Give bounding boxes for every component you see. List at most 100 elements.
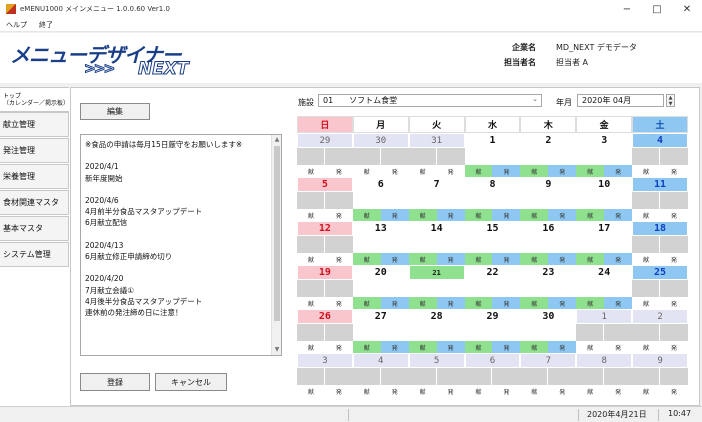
order-tag[interactable]: 発 [492,297,521,309]
notice-scrollbar[interactable]: ▲ ▼ [271,135,281,355]
order-tag[interactable]: 発 [660,297,688,309]
menu-tag[interactable]: 献 [464,253,493,265]
sidebar-item-top[interactable]: トップ （カレンダー／掲示板） [0,87,69,112]
menu-tag[interactable]: 献 [352,385,381,397]
order-tag[interactable]: 発 [436,297,465,309]
order-tag[interactable]: 発 [324,385,353,397]
order-tag[interactable]: 発 [604,165,633,177]
order-tag[interactable]: 発 [660,385,688,397]
calendar-day-cell[interactable]: 5 献発 [408,353,465,407]
menu-tag[interactable]: 献 [520,165,549,177]
calendar-day-cell[interactable]: 9 献発 [632,353,688,407]
order-tag[interactable]: 発 [380,165,409,177]
menu-tag[interactable]: 献 [520,297,549,309]
order-tag[interactable]: 発 [380,253,409,265]
order-tag[interactable]: 発 [604,209,633,221]
order-tag[interactable]: 発 [492,253,521,265]
menu-tag[interactable]: 献 [464,341,493,353]
menu-tag[interactable]: 献 [632,165,661,177]
order-tag[interactable]: 発 [324,209,353,221]
menu-tag[interactable]: 献 [520,253,549,265]
order-tag[interactable]: 発 [436,341,465,353]
maximize-button[interactable]: □ [642,0,672,18]
order-tag[interactable]: 発 [380,209,409,221]
scroll-up-icon[interactable]: ▲ [273,136,281,144]
order-tag[interactable]: 発 [548,385,577,397]
sidebar-item-menu[interactable]: 献立管理 [0,112,69,137]
order-tag[interactable]: 発 [380,297,409,309]
menu-exit[interactable]: 終了 [39,20,53,30]
order-tag[interactable]: 発 [548,341,577,353]
menu-tag[interactable]: 献 [352,341,381,353]
order-tag[interactable]: 発 [436,253,465,265]
menu-tag[interactable]: 献 [408,209,437,221]
order-tag[interactable]: 発 [604,253,633,265]
calendar-day-cell[interactable]: 3 献発 [297,353,353,407]
sidebar-item-system[interactable]: システム管理 [0,242,69,267]
menu-tag[interactable]: 献 [408,165,437,177]
menu-tag[interactable]: 献 [464,209,493,221]
order-tag[interactable]: 発 [436,385,465,397]
menu-tag[interactable]: 献 [576,165,605,177]
menu-tag[interactable]: 献 [632,297,661,309]
order-tag[interactable]: 発 [436,165,465,177]
order-tag[interactable]: 発 [492,385,521,397]
scroll-thumb[interactable] [274,146,280,321]
calendar-day-cell[interactable]: 7 献発 [520,353,577,407]
menu-tag[interactable]: 献 [576,341,605,353]
order-tag[interactable]: 発 [660,341,688,353]
menu-tag[interactable]: 献 [297,209,325,221]
sidebar-item-order[interactable]: 発注管理 [0,138,69,163]
menu-tag[interactable]: 献 [297,341,325,353]
sidebar-item-food-master[interactable]: 食材関連マスタ [0,190,69,215]
order-tag[interactable]: 発 [380,385,409,397]
menu-tag[interactable]: 献 [520,341,549,353]
menu-tag[interactable]: 献 [352,165,381,177]
notice-board[interactable]: ※食品の申請は毎月15日厳守をお願いします※ 2020/4/1 新年度開始 20… [80,134,282,356]
minimize-button[interactable]: − [612,0,642,18]
sidebar-item-base-master[interactable]: 基本マスタ [0,216,69,241]
menu-tag[interactable]: 献 [464,297,493,309]
order-tag[interactable]: 発 [660,209,688,221]
menu-tag[interactable]: 献 [632,341,661,353]
menu-tag[interactable]: 献 [464,385,493,397]
menu-tag[interactable]: 献 [576,253,605,265]
calendar-day-cell[interactable]: 6 献発 [464,353,521,407]
menu-tag[interactable]: 献 [520,385,549,397]
cancel-button[interactable]: キャンセル [155,373,227,391]
menu-tag[interactable]: 献 [297,165,325,177]
yearmonth-spinner[interactable]: ▲ ▼ [666,94,675,107]
menu-tag[interactable]: 献 [352,297,381,309]
menu-tag[interactable]: 献 [408,297,437,309]
order-tag[interactable]: 発 [548,297,577,309]
sidebar-item-nutrition[interactable]: 栄養管理 [0,164,69,189]
close-button[interactable]: ✕ [672,0,702,18]
menu-tag[interactable]: 献 [408,341,437,353]
menu-tag[interactable]: 献 [297,297,325,309]
edit-button[interactable]: 編集 [80,103,150,120]
menu-tag[interactable]: 献 [576,297,605,309]
menu-tag[interactable]: 献 [408,253,437,265]
menu-tag[interactable]: 献 [297,385,325,397]
menu-tag[interactable]: 献 [352,253,381,265]
facility-select[interactable]: 01 ソフトム食堂 ⌄ [318,94,542,107]
order-tag[interactable]: 発 [604,385,633,397]
order-tag[interactable]: 発 [548,209,577,221]
order-tag[interactable]: 発 [492,341,521,353]
calendar-day-cell[interactable]: 4 献発 [352,353,409,407]
order-tag[interactable]: 発 [324,297,353,309]
order-tag[interactable]: 発 [324,253,353,265]
menu-tag[interactable]: 献 [576,209,605,221]
order-tag[interactable]: 発 [660,253,688,265]
order-tag[interactable]: 発 [604,297,633,309]
yearmonth-field[interactable]: 2020年 04月 [577,94,664,107]
order-tag[interactable]: 発 [436,209,465,221]
order-tag[interactable]: 発 [660,165,688,177]
calendar-day-cell[interactable]: 8 献発 [576,353,633,407]
menu-tag[interactable]: 献 [632,253,661,265]
order-tag[interactable]: 発 [380,341,409,353]
menu-tag[interactable]: 献 [576,385,605,397]
menu-tag[interactable]: 献 [408,385,437,397]
menu-tag[interactable]: 献 [632,385,661,397]
menu-tag[interactable]: 献 [464,165,493,177]
